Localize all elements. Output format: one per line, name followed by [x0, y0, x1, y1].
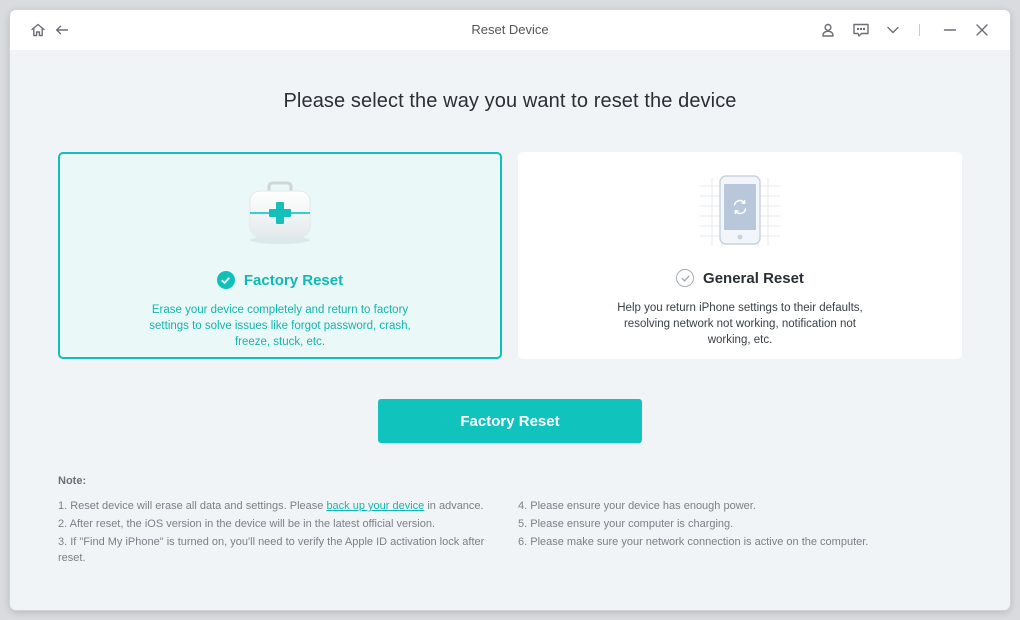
- notes-right-column: 4. Please ensure your device has enough …: [518, 498, 958, 552]
- note-text: 1. Reset device will erase all data and …: [58, 500, 327, 512]
- first-aid-kit-icon: [240, 178, 320, 253]
- note-item-4: 4. Please ensure your device has enough …: [518, 500, 756, 512]
- minimize-icon[interactable]: [940, 20, 960, 40]
- option-name: General Reset: [703, 269, 804, 287]
- general-reset-option[interactable]: General Reset Help you return iPhone set…: [518, 152, 962, 359]
- factory-reset-title-row: Factory Reset: [60, 271, 500, 289]
- option-name: Factory Reset: [243, 271, 344, 289]
- note-text: in advance.: [424, 500, 484, 512]
- note-label: Note:: [58, 475, 87, 487]
- reset-device-window: Reset Device Please select the way you w…: [10, 10, 1010, 610]
- note-item-2: 2. After reset, the iOS version in the d…: [58, 518, 436, 530]
- user-icon[interactable]: [818, 20, 838, 40]
- check-circle-icon: [216, 271, 235, 289]
- chat-icon[interactable]: [850, 20, 872, 40]
- note-item-3: 3. If "Find My iPhone" is turned on, you…: [58, 536, 485, 564]
- close-icon[interactable]: [972, 20, 992, 40]
- back-up-device-link[interactable]: back up your device: [326, 500, 424, 512]
- title-bar: Reset Device: [10, 10, 1010, 50]
- check-circle-outline-icon: [676, 269, 695, 287]
- notes-left-column: 1. Reset device will erase all data and …: [58, 498, 508, 568]
- option-description: Help you return iPhone settings to their…: [617, 302, 863, 346]
- option-description: Erase your device completely and return …: [149, 304, 411, 348]
- note-item-1: 1. Reset device will erase all data and …: [58, 498, 508, 514]
- chevron-down-icon[interactable]: [883, 20, 903, 40]
- phone-sync-icon: [690, 172, 790, 257]
- page-heading: Please select the way you want to reset …: [283, 90, 737, 112]
- general-reset-title-row: General Reset: [518, 269, 962, 287]
- factory-reset-option[interactable]: Factory Reset Erase your device complete…: [58, 152, 502, 359]
- note-item-6: 6. Please make sure your network connect…: [518, 536, 869, 548]
- factory-reset-button[interactable]: Factory Reset: [378, 399, 642, 443]
- note-item-5: 5. Please ensure your computer is chargi…: [518, 518, 734, 530]
- titlebar-divider: [919, 24, 920, 36]
